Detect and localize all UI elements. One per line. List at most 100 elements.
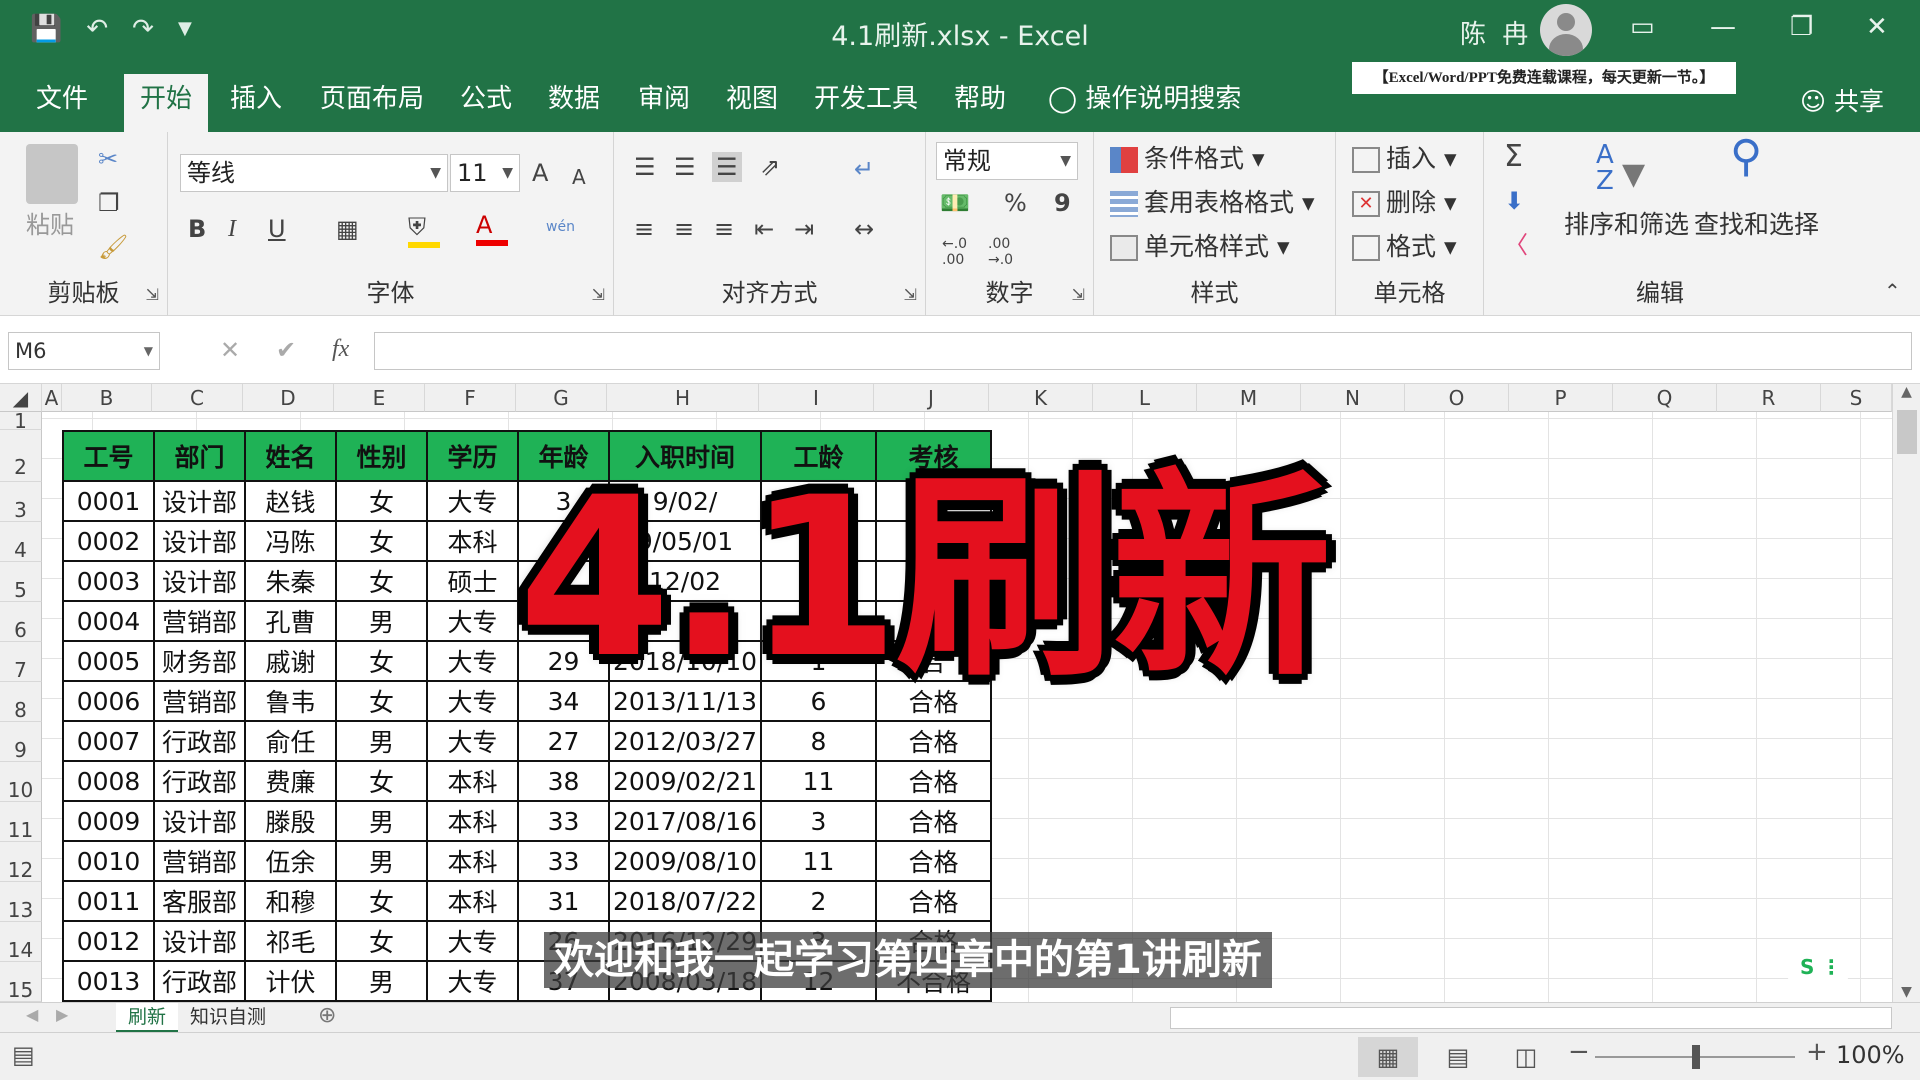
table-cell[interactable]: 0006 [62,680,155,722]
minimize-icon[interactable]: — [1710,12,1736,42]
table-cell[interactable]: 0005 [62,640,155,682]
fill-down-icon[interactable]: ⬇ [1504,186,1524,216]
table-header-cell[interactable]: 姓名 [244,430,337,482]
table-cell[interactable]: 0012 [62,920,155,962]
column-header-o[interactable]: O [1405,384,1509,412]
row-header[interactable]: 3 [0,482,42,522]
table-cell[interactable]: 赵钱 [244,480,337,522]
row-header[interactable]: 2 [0,430,42,482]
tab-home[interactable]: 开始 [124,74,209,132]
table-header-cell[interactable]: 部门 [153,430,246,482]
table-cell[interactable]: 计伏 [244,960,337,1002]
table-cell[interactable]: 0009 [62,800,155,842]
insert-function-button[interactable]: fx [332,336,349,363]
table-cell[interactable]: 设计部 [153,920,246,962]
scroll-up-icon[interactable]: ▲ [1893,384,1920,400]
table-cell[interactable]: 本科 [426,760,519,802]
table-cell[interactable]: 大专 [426,920,519,962]
sort-filter-button[interactable]: 排序和筛选 [1564,210,1689,240]
number-format-select[interactable]: 常规 ▼ [936,142,1078,180]
row-header[interactable]: 4 [0,522,42,562]
align-center-icon[interactable]: ≡ [674,214,694,244]
column-header-p[interactable]: P [1509,384,1613,412]
table-cell[interactable]: 合格 [875,760,992,802]
avatar[interactable] [1540,4,1592,56]
table-cell[interactable]: 0003 [62,560,155,602]
cell-styles-button[interactable]: 单元格样式 ▾ [1110,230,1290,264]
table-cell[interactable]: 设计部 [153,800,246,842]
column-header-a[interactable]: A [42,384,62,412]
table-cell[interactable]: 营销部 [153,680,246,722]
table-header-cell[interactable]: 学历 [426,430,519,482]
font-name-select[interactable]: 等线 ▼ [180,154,448,192]
table-cell[interactable]: 孔曹 [244,600,337,642]
italic-button[interactable]: I [228,214,236,244]
table-cell[interactable]: 男 [335,600,428,642]
table-cell[interactable]: 38 [517,760,610,802]
column-header-r[interactable]: R [1717,384,1821,412]
table-cell[interactable]: 27 [517,720,610,762]
table-cell[interactable]: 戚谢 [244,640,337,682]
row-header[interactable]: 11 [0,802,42,842]
table-cell[interactable]: 大专 [426,960,519,1002]
normal-view-icon[interactable]: ▦ [1358,1037,1418,1077]
table-cell[interactable]: 营销部 [153,840,246,882]
table-cell[interactable]: 朱秦 [244,560,337,602]
table-cell[interactable]: 硕士 [426,560,519,602]
cancel-icon[interactable]: ✕ [220,336,240,364]
table-cell[interactable]: 女 [335,880,428,922]
table-cell[interactable]: 男 [335,720,428,762]
delete-cells-button[interactable]: ✕ 删除 ▾ [1352,186,1457,220]
table-cell[interactable]: 本科 [426,520,519,562]
bold-button[interactable]: B [188,214,206,244]
wrap-text-icon[interactable]: ↵ [854,154,874,184]
table-cell[interactable]: 设计部 [153,520,246,562]
wps-badge-icon[interactable]: S ⋮ [1788,952,1848,982]
font-color-button[interactable]: A [476,210,508,246]
macro-record-icon[interactable]: ▤ [12,1041,35,1069]
page-break-view-icon[interactable]: ◫ [1496,1037,1556,1077]
zoom-slider-thumb[interactable] [1692,1045,1700,1069]
table-cell[interactable]: 33 [517,800,610,842]
borders-icon[interactable]: ▦ [336,214,359,244]
table-cell[interactable]: 本科 [426,800,519,842]
table-cell[interactable]: 女 [335,560,428,602]
tab-page-layout[interactable]: 页面布局 [304,74,440,132]
table-cell[interactable]: 合格 [875,800,992,842]
percent-button[interactable]: % [1004,188,1027,218]
decrease-indent-icon[interactable]: ⇤ [754,214,774,244]
user-name[interactable]: 陈 冉 [1460,14,1532,51]
tab-developer[interactable]: 开发工具 [798,74,934,132]
table-cell[interactable]: 0004 [62,600,155,642]
table-cell[interactable]: 大专 [426,480,519,522]
font-size-select[interactable]: 11 ▼ [450,154,520,192]
share-button[interactable]: ☺ 共享 [1800,82,1884,118]
table-cell[interactable]: 大专 [426,680,519,722]
row-header[interactable]: 9 [0,722,42,762]
table-cell[interactable]: 0008 [62,760,155,802]
comma-button[interactable]: 9 [1054,188,1071,218]
table-cell[interactable]: 冯陈 [244,520,337,562]
table-cell[interactable]: 2018/07/22 [608,880,762,922]
table-cell[interactable]: 行政部 [153,760,246,802]
zoom-in-button[interactable]: + [1806,1037,1828,1067]
row-header[interactable]: 12 [0,842,42,882]
table-cell[interactable]: 设计部 [153,560,246,602]
ribbon-display-icon[interactable]: ▭ [1630,12,1655,42]
row-header[interactable]: 1 [0,411,42,431]
zoom-level[interactable]: 100% [1836,1041,1905,1069]
table-cell[interactable]: 财务部 [153,640,246,682]
table-cell[interactable]: 0001 [62,480,155,522]
align-middle-icon[interactable]: ☰ [674,152,696,182]
horizontal-scrollbar[interactable] [1170,1007,1892,1029]
table-cell[interactable]: 女 [335,520,428,562]
dialog-launcher-icon[interactable]: ⇲ [146,285,159,304]
table-cell[interactable]: 女 [335,920,428,962]
tell-me-search[interactable]: ◯ 操作说明搜索 [1032,74,1257,132]
close-icon[interactable]: ✕ [1866,12,1888,42]
increase-decimal-button[interactable]: ←.0 .00 [942,236,967,268]
row-header[interactable]: 6 [0,602,42,642]
column-header-d[interactable]: D [243,384,334,412]
table-header-cell[interactable]: 性别 [335,430,428,482]
table-cell[interactable]: 0011 [62,880,155,922]
